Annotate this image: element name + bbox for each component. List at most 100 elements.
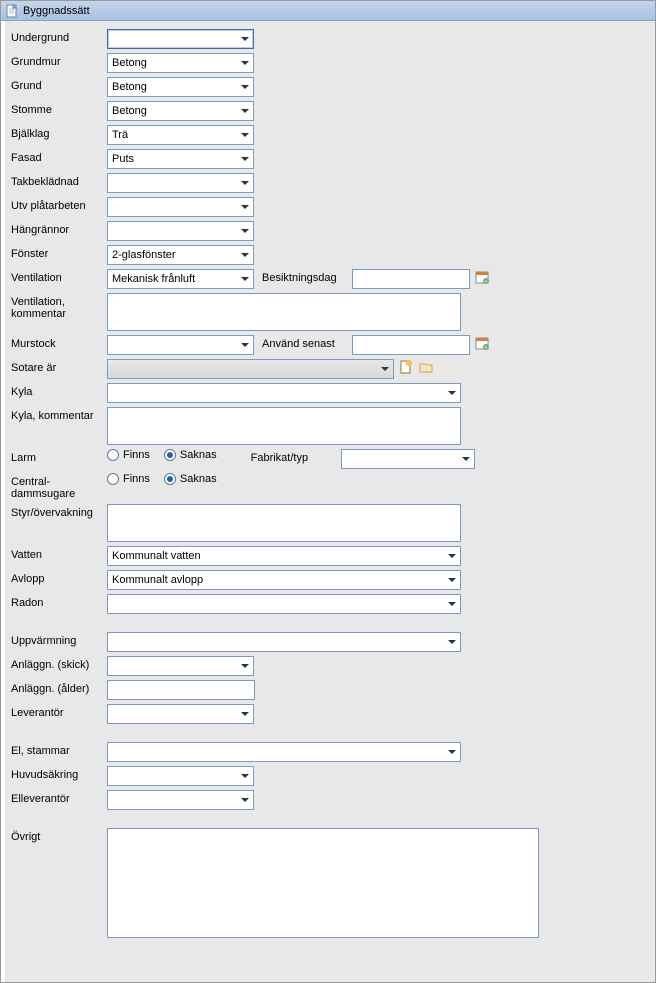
combo-utv-platarbeten[interactable]: [107, 197, 254, 217]
combo-anlaggn-skick[interactable]: [107, 656, 254, 676]
combo-fasad[interactable]: Puts: [107, 149, 254, 169]
chevron-down-icon: [237, 657, 253, 675]
combo-elleverantor[interactable]: [107, 790, 254, 810]
label-fonster: Fönster: [11, 245, 107, 260]
chevron-down-icon: [237, 78, 253, 96]
input-anvand-senast[interactable]: [352, 335, 470, 355]
combo-vatten[interactable]: Kommunalt vatten: [107, 546, 461, 566]
label-larm: Larm: [11, 449, 107, 464]
label-uppvarmning: Uppvärmning: [11, 632, 107, 647]
combo-grund[interactable]: Betong: [107, 77, 254, 97]
titlebar-text: Byggnadssätt: [23, 5, 90, 17]
chevron-down-icon: [237, 54, 253, 72]
label-hangrannor: Hängrännor: [11, 221, 107, 236]
chevron-down-icon: [237, 30, 253, 48]
chevron-down-icon: [237, 198, 253, 216]
label-undergrund: Undergrund: [11, 29, 107, 44]
chevron-down-icon: [444, 743, 460, 761]
chevron-down-icon: [237, 222, 253, 240]
form-body: Undergrund Grundmur Betong Grund Betong: [1, 21, 655, 982]
label-huvudsakring: Huvudsäkring: [11, 766, 107, 781]
combo-el-stammar[interactable]: [107, 742, 461, 762]
combo-huvudsakring[interactable]: [107, 766, 254, 786]
calendar-icon[interactable]: +: [474, 269, 490, 285]
label-kyla: Kyla: [11, 383, 107, 398]
label-stomme: Stomme: [11, 101, 107, 116]
label-leverantor: Leverantör: [11, 704, 107, 719]
chevron-down-icon: [237, 174, 253, 192]
combo-murstock[interactable]: [107, 335, 254, 355]
chevron-down-icon: [237, 767, 253, 785]
label-murstock: Murstock: [11, 335, 107, 350]
chevron-down-icon: [444, 547, 460, 565]
chevron-down-icon: [444, 384, 460, 402]
label-anvand-senast: Använd senast: [262, 335, 352, 350]
titlebar: Byggnadssätt: [1, 1, 655, 21]
chevron-down-icon: [237, 246, 253, 264]
chevron-down-icon: [444, 633, 460, 651]
svg-text:+: +: [485, 345, 488, 350]
label-fabrikat-typ: Fabrikat/typ: [251, 449, 341, 464]
label-avlopp: Avlopp: [11, 570, 107, 585]
combo-avlopp[interactable]: Kommunalt avlopp: [107, 570, 461, 590]
radio-cd-saknas[interactable]: Saknas: [164, 473, 217, 485]
panel-byggnadssatt: Byggnadssätt Undergrund Grundmur Betong …: [0, 0, 656, 983]
label-fasad: Fasad: [11, 149, 107, 164]
chevron-down-icon: [237, 102, 253, 120]
input-anlaggn-alder[interactable]: [107, 680, 255, 700]
chevron-down-icon: [444, 571, 460, 589]
label-besiktningsdag: Besiktningsdag: [262, 269, 352, 284]
chevron-down-icon: [237, 791, 253, 809]
combo-fonster[interactable]: 2-glasfönster: [107, 245, 254, 265]
combo-grundmur[interactable]: Betong: [107, 53, 254, 73]
chevron-down-icon: [444, 595, 460, 613]
radio-cd-finns[interactable]: Finns: [107, 473, 150, 485]
label-ventilation: Ventilation: [11, 269, 107, 284]
label-central-dammsugare: Central-dammsugare: [11, 473, 107, 500]
combo-fabrikat-typ[interactable]: [341, 449, 475, 469]
label-takbekladnad: Takbeklädnad: [11, 173, 107, 188]
textarea-styr-overvakning[interactable]: [107, 504, 461, 542]
label-styr-overvakning: Styr/övervakning: [11, 504, 107, 519]
label-bjalklag: Bjälklag: [11, 125, 107, 140]
label-el-stammar: El, stammar: [11, 742, 107, 757]
label-ovrigt: Övrigt: [11, 828, 107, 843]
combo-bjalklag[interactable]: Trä: [107, 125, 254, 145]
radio-larm-saknas[interactable]: Saknas: [164, 449, 217, 461]
label-anlaggn-skick: Anläggn. (skick): [11, 656, 107, 671]
combo-undergrund[interactable]: [107, 29, 254, 49]
label-radon: Radon: [11, 594, 107, 609]
new-document-icon[interactable]: [398, 359, 414, 375]
combo-takbekladnad[interactable]: [107, 173, 254, 193]
textarea-ventilation-kommentar[interactable]: [107, 293, 461, 331]
label-vatten: Vatten: [11, 546, 107, 561]
label-anlaggn-alder: Anläggn. (ålder): [11, 680, 107, 695]
folder-icon[interactable]: [418, 359, 434, 375]
textarea-kyla-kommentar[interactable]: [107, 407, 461, 445]
combo-uppvarmning[interactable]: [107, 632, 461, 652]
label-elleverantor: Elleverantör: [11, 790, 107, 805]
textarea-ovrigt[interactable]: [107, 828, 539, 938]
document-icon: [5, 4, 19, 18]
combo-hangrannor[interactable]: [107, 221, 254, 241]
combo-kyla[interactable]: [107, 383, 461, 403]
chevron-down-icon: [237, 336, 253, 354]
input-besiktningsdag[interactable]: [352, 269, 470, 289]
combo-sotare-ar[interactable]: [107, 359, 394, 379]
chevron-down-icon: [237, 705, 253, 723]
chevron-down-icon: [237, 126, 253, 144]
label-grund: Grund: [11, 77, 107, 92]
combo-stomme[interactable]: Betong: [107, 101, 254, 121]
combo-leverantor[interactable]: [107, 704, 254, 724]
label-utv-platarbeten: Utv plåtarbeten: [11, 197, 107, 212]
chevron-down-icon: [237, 270, 253, 288]
label-ventilation-kommentar: Ventilation, kommentar: [11, 293, 107, 320]
combo-radon[interactable]: [107, 594, 461, 614]
label-kyla-kommentar: Kyla, kommentar: [11, 407, 107, 422]
radio-larm-finns[interactable]: Finns: [107, 449, 150, 461]
chevron-down-icon: [237, 150, 253, 168]
calendar-icon[interactable]: +: [474, 335, 490, 351]
label-sotare-ar: Sotare är: [11, 359, 107, 374]
label-grundmur: Grundmur: [11, 53, 107, 68]
combo-ventilation[interactable]: Mekanisk frånluft: [107, 269, 254, 289]
